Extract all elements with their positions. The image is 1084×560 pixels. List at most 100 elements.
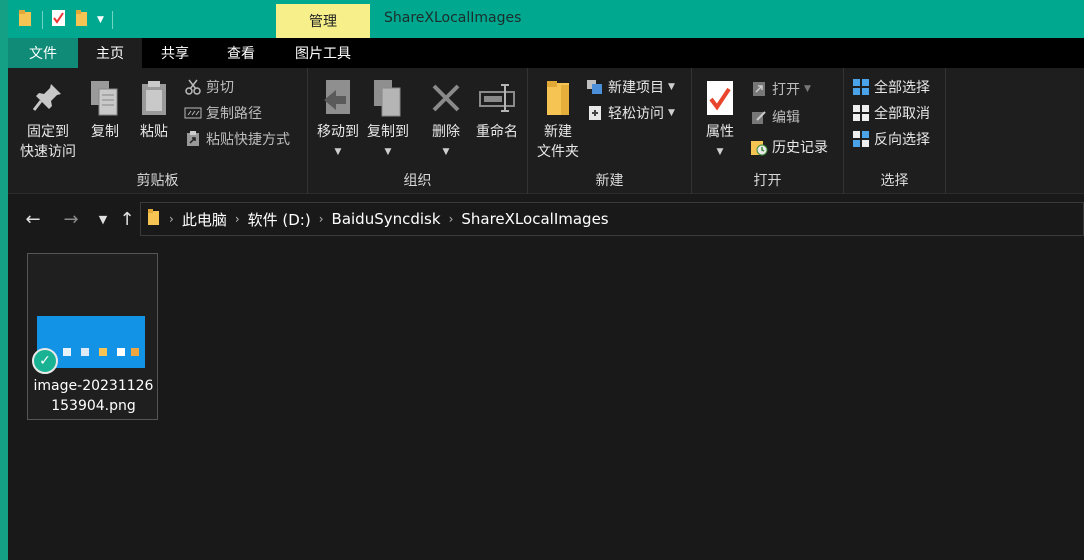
copy-icon [87, 76, 123, 120]
folder-icon [540, 76, 576, 120]
easy-access-chevron-down-icon: ▼ [668, 108, 675, 118]
copy-to-button[interactable]: 复制到 ▼ [364, 76, 412, 162]
toolbar-separator [111, 11, 113, 29]
group-select: 全部选择 全部取消 反向选择 选择 [844, 68, 946, 194]
cut-label: 剪切 [206, 80, 234, 96]
new-folder-icon[interactable] [75, 9, 89, 31]
up-arrow-icon[interactable]: ↑ [114, 206, 140, 232]
tab-view[interactable]: 查看 [208, 38, 274, 68]
select-all-label: 全部选择 [874, 80, 930, 96]
edit-button[interactable]: 编辑 [750, 106, 800, 128]
window-left-edge [0, 0, 8, 560]
easy-access-icon [586, 104, 604, 122]
select-group-label: 选择 [880, 173, 909, 189]
properties-chevron-down-icon: ▼ [716, 147, 724, 157]
invert-selection-label: 反向选择 [874, 132, 930, 148]
copy-path-icon [184, 104, 202, 122]
properties-check-icon [702, 76, 738, 120]
thumbnail-detail [117, 348, 125, 356]
copy-label: 复制 [91, 124, 119, 140]
history-button[interactable]: 历史记录 [750, 136, 828, 158]
folder-icon [147, 208, 161, 230]
tab-file[interactable]: 文件 [8, 38, 78, 68]
properties-icon[interactable] [51, 9, 67, 31]
breadcrumb-baidusyncdisk[interactable]: BaiduSyncdisk [332, 210, 441, 228]
breadcrumb-chevron-right-icon[interactable]: › [319, 212, 324, 226]
thumbnail-detail [99, 348, 107, 356]
quick-access-toolbar: ▼ [18, 9, 113, 31]
delete-x-icon [428, 76, 464, 120]
navigation-bar: ← → ▼ ↑ › 此电脑 › 软件 (D:) › BaiduSyncdisk … [8, 198, 1084, 240]
invert-selection-button[interactable]: 反向选择 [852, 128, 930, 150]
pin-icon [30, 76, 66, 120]
breadcrumb-chevron-right-icon[interactable]: › [169, 212, 174, 226]
window-title: ShareXLocalImages [384, 10, 522, 26]
open-label: 打开 [772, 82, 800, 98]
group-open: 属性 ▼ 打开 ▼ 编辑 历史记录 打开 [692, 68, 844, 194]
ribbon-tab-row: 文件 主页 共享 查看 图片工具 [8, 38, 1084, 68]
forward-arrow-icon[interactable]: → [58, 206, 84, 232]
recent-locations-chevron-down-icon[interactable]: ▼ [90, 206, 116, 232]
paste-shortcut-button[interactable]: 粘贴快捷方式 [184, 128, 290, 150]
breadcrumb-chevron-right-icon[interactable]: › [235, 212, 240, 226]
new-folder-button[interactable]: 新建 文件夹 [534, 76, 582, 162]
file-list-area[interactable]: ✓ image-20231126153904.png [8, 240, 1084, 560]
move-to-label: 移动到 [317, 124, 359, 140]
file-name-label: image-20231126153904.png [33, 378, 154, 414]
copy-path-button[interactable]: 复制路径 [184, 102, 262, 124]
select-none-icon [852, 104, 870, 122]
paste-shortcut-label: 粘贴快捷方式 [206, 132, 290, 148]
context-tab-manage[interactable]: 管理 [276, 4, 370, 38]
rename-icon [479, 76, 515, 120]
cut-button[interactable]: 剪切 [184, 76, 234, 98]
rename-button[interactable]: 重命名 [472, 76, 522, 142]
pin-label-line2: 快速访问 [20, 144, 76, 160]
new-folder-label-line1: 新建 [544, 124, 572, 140]
select-none-label: 全部取消 [874, 106, 930, 122]
invert-selection-icon [852, 130, 870, 148]
file-item[interactable]: ✓ image-20231126153904.png [27, 253, 158, 420]
breadcrumb-chevron-right-icon[interactable]: › [449, 212, 454, 226]
open-button[interactable]: 打开 ▼ [750, 78, 811, 100]
delete-chevron-down-icon: ▼ [442, 147, 450, 157]
tab-home[interactable]: 主页 [78, 38, 142, 68]
delete-button[interactable]: 删除 ▼ [426, 76, 466, 162]
paste-label: 粘贴 [140, 124, 168, 140]
toolbar-separator [42, 11, 43, 29]
organize-group-label: 组织 [403, 173, 432, 189]
easy-access-label: 轻松访问 [608, 106, 664, 122]
tab-picture-tools[interactable]: 图片工具 [276, 38, 370, 68]
clipboard-icon [136, 76, 172, 120]
breadcrumb-drive-d[interactable]: 软件 (D:) [248, 209, 311, 230]
thumbnail-detail [63, 348, 71, 356]
new-item-label: 新建项目 [608, 80, 664, 96]
select-all-icon [852, 78, 870, 96]
copy-path-label: 复制路径 [206, 106, 262, 122]
select-all-button[interactable]: 全部选择 [852, 76, 930, 98]
folder-icon [18, 9, 34, 31]
tab-share[interactable]: 共享 [142, 38, 208, 68]
thumbnail-detail [131, 348, 139, 356]
select-none-button[interactable]: 全部取消 [852, 102, 930, 124]
address-bar[interactable]: › 此电脑 › 软件 (D:) › BaiduSyncdisk › ShareX… [140, 202, 1084, 236]
sync-status-check-icon: ✓ [32, 348, 58, 374]
open-chevron-down-icon: ▼ [804, 84, 811, 94]
paste-button[interactable]: 粘贴 [134, 76, 174, 142]
pin-label-line1: 固定到 [27, 124, 69, 140]
copy-button[interactable]: 复制 [84, 76, 126, 142]
new-item-icon [586, 78, 604, 96]
group-clipboard: 固定到 快速访问 复制 粘贴 剪切 复制路径 粘贴快捷方式 剪贴板 [8, 68, 308, 194]
customize-toolbar-chevron-down-icon[interactable]: ▼ [97, 15, 104, 25]
pin-quick-access-button[interactable]: 固定到 快速访问 [14, 76, 82, 162]
new-folder-label-line2: 文件夹 [537, 144, 579, 160]
paste-shortcut-icon [184, 130, 202, 148]
new-item-button[interactable]: 新建项目 ▼ [586, 76, 675, 98]
scissors-icon [184, 78, 202, 96]
breadcrumb-sharexlocalimages[interactable]: ShareXLocalImages [461, 210, 608, 228]
rename-label: 重命名 [476, 124, 518, 140]
breadcrumb-this-pc[interactable]: 此电脑 [182, 209, 227, 230]
easy-access-button[interactable]: 轻松访问 ▼ [586, 102, 675, 124]
back-arrow-icon[interactable]: ← [20, 206, 46, 232]
properties-button[interactable]: 属性 ▼ [698, 76, 742, 162]
move-to-button[interactable]: 移动到 ▼ [314, 76, 362, 162]
